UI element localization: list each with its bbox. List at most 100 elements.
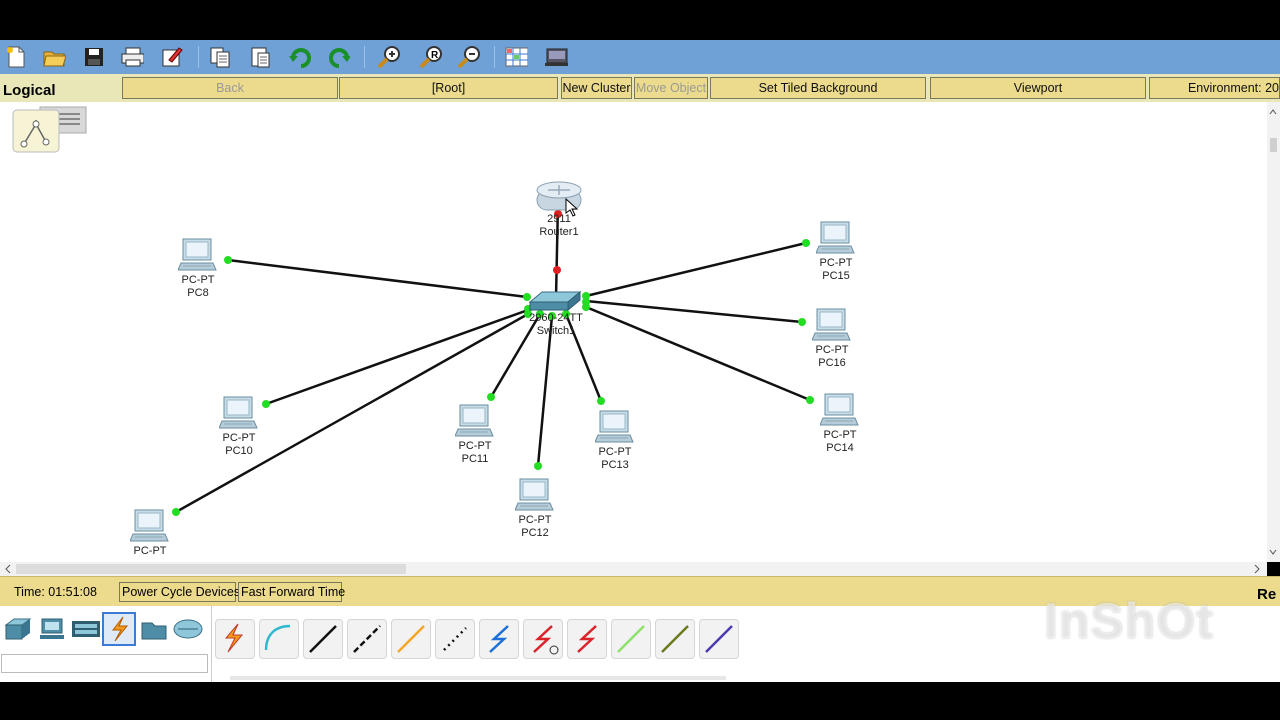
realtime-mode-tab[interactable]: Re	[1257, 586, 1276, 603]
link-pc15	[585, 241, 807, 298]
pc-icon	[815, 221, 855, 254]
custom-device-icon[interactable]	[544, 45, 568, 69]
fast-forward-time-button[interactable]: Fast Forward Time	[238, 582, 345, 602]
copy-icon[interactable]	[208, 45, 232, 69]
pc-device[interactable]	[129, 509, 170, 548]
link-pc8	[227, 258, 528, 299]
connections-icon[interactable]	[102, 612, 136, 646]
vertical-scrollbar[interactable]	[1267, 102, 1280, 562]
pc-label: PC-PT PC8	[158, 274, 238, 300]
pc-name: PC14	[826, 442, 854, 454]
link-pc16	[585, 299, 803, 324]
device-search-field[interactable]	[1, 654, 208, 673]
copper-cross-over-icon[interactable]	[347, 619, 387, 659]
serial-dte-icon[interactable]	[567, 619, 607, 659]
pc-device[interactable]	[819, 393, 860, 432]
environment-button[interactable]: Environment: 20	[1149, 77, 1280, 99]
screen-bottom-border	[0, 682, 1280, 720]
power-cycle-devices-button[interactable]: Power Cycle Devices	[119, 582, 240, 602]
automatic-connection-icon[interactable]	[215, 619, 255, 659]
link-pc14	[585, 305, 811, 402]
redo-icon[interactable]	[326, 45, 350, 69]
topology-diagram	[12, 106, 814, 516]
serial-dce-icon[interactable]	[523, 619, 563, 659]
activity-wizard-icon[interactable]	[160, 45, 184, 69]
console-cable-icon[interactable]	[259, 619, 299, 659]
pc-model: PC-PT	[458, 440, 492, 452]
pc-model: PC-PT	[823, 429, 857, 441]
toolbar-separator	[364, 46, 365, 68]
zoom-reset-icon[interactable]: R	[418, 45, 442, 69]
end-devices-icon[interactable]	[36, 614, 68, 644]
pc-device[interactable]	[514, 478, 555, 517]
pc-icon	[177, 238, 217, 271]
link-pc10	[265, 308, 529, 406]
pc-device[interactable]	[177, 238, 218, 277]
pc-icon	[218, 396, 258, 429]
palette-icon[interactable]	[504, 45, 528, 69]
pc-label: PC-PT PC14	[800, 429, 880, 455]
router-label: 2911 Router1	[519, 213, 599, 239]
copper-straight-through-icon[interactable]	[303, 619, 343, 659]
pc-label: PC-PT PC13	[575, 446, 655, 472]
pc-label: PC-PT PC16	[792, 344, 872, 370]
undo-icon[interactable]	[288, 45, 312, 69]
move-object-button[interactable]: Move Object	[634, 77, 708, 99]
octal-cable-icon[interactable]	[611, 619, 651, 659]
switch-icon[interactable]	[528, 290, 582, 312]
fiber-icon[interactable]	[391, 619, 431, 659]
pc-model: PC-PT	[518, 514, 552, 526]
zoom-out-icon[interactable]	[456, 45, 480, 69]
pc-device[interactable]	[815, 221, 856, 260]
cluster-navigation-icon[interactable]	[12, 106, 87, 153]
pc-icon	[594, 410, 634, 443]
viewport-button[interactable]: Viewport	[930, 77, 1146, 99]
save-icon[interactable]	[82, 45, 106, 69]
new-cluster-button[interactable]: New Cluster	[561, 77, 632, 99]
device-list-scrollbar[interactable]	[230, 676, 726, 680]
horizontal-scrollbar-thumb[interactable]	[16, 564, 406, 574]
video-watermark: InShOt	[1044, 593, 1214, 649]
pc-name: PC12	[521, 527, 549, 539]
simulation-time-label: Time: 01:51:08	[14, 585, 97, 599]
pc-icon	[819, 393, 859, 426]
phone-cable-icon[interactable]	[435, 619, 475, 659]
pc-name: PC13	[601, 459, 629, 471]
pc-model: PC-PT	[222, 432, 256, 444]
pc-icon	[811, 308, 851, 341]
pc-model: PC-PT	[133, 545, 167, 557]
zoom-in-icon[interactable]	[376, 45, 400, 69]
multiuser-icon[interactable]	[172, 614, 204, 644]
root-cluster-button[interactable]: [Root]	[339, 77, 558, 99]
logical-view-label[interactable]: Logical	[3, 82, 56, 99]
main-toolbar: R	[0, 40, 1280, 74]
coaxial-cable-icon[interactable]	[479, 619, 519, 659]
new-file-icon[interactable]	[4, 45, 28, 69]
pc-label: PC-PT	[110, 545, 190, 558]
pc-label: PC-PT PC10	[199, 432, 279, 458]
switch-label: 2960-24TT Switch1	[516, 312, 596, 338]
open-folder-icon[interactable]	[42, 45, 66, 69]
router-model: 2911	[547, 213, 571, 225]
network-devices-icon[interactable]	[2, 614, 34, 644]
pc-device[interactable]	[218, 396, 259, 435]
router-icon[interactable]	[536, 181, 582, 211]
svg-text:R: R	[431, 50, 439, 61]
print-icon[interactable]	[120, 45, 144, 69]
pc-device[interactable]	[454, 404, 495, 443]
pc-model: PC-PT	[819, 257, 853, 269]
pc-device[interactable]	[594, 410, 635, 449]
components-icon[interactable]	[70, 614, 102, 644]
pc-model: PC-PT	[181, 274, 215, 286]
logical-workspace-canvas[interactable]	[0, 102, 1267, 562]
iot-custom-cable-icon[interactable]	[655, 619, 695, 659]
usb-cable-icon[interactable]	[699, 619, 739, 659]
set-tiled-background-button[interactable]: Set Tiled Background	[710, 77, 926, 99]
back-button[interactable]: Back	[122, 77, 338, 99]
miscellaneous-icon[interactable]	[138, 614, 170, 644]
toolbar-separator	[494, 46, 495, 68]
pc-name: PC11	[461, 453, 489, 465]
pc-name: PC10	[225, 445, 253, 457]
pc-device[interactable]	[811, 308, 852, 347]
paste-icon[interactable]	[248, 45, 272, 69]
